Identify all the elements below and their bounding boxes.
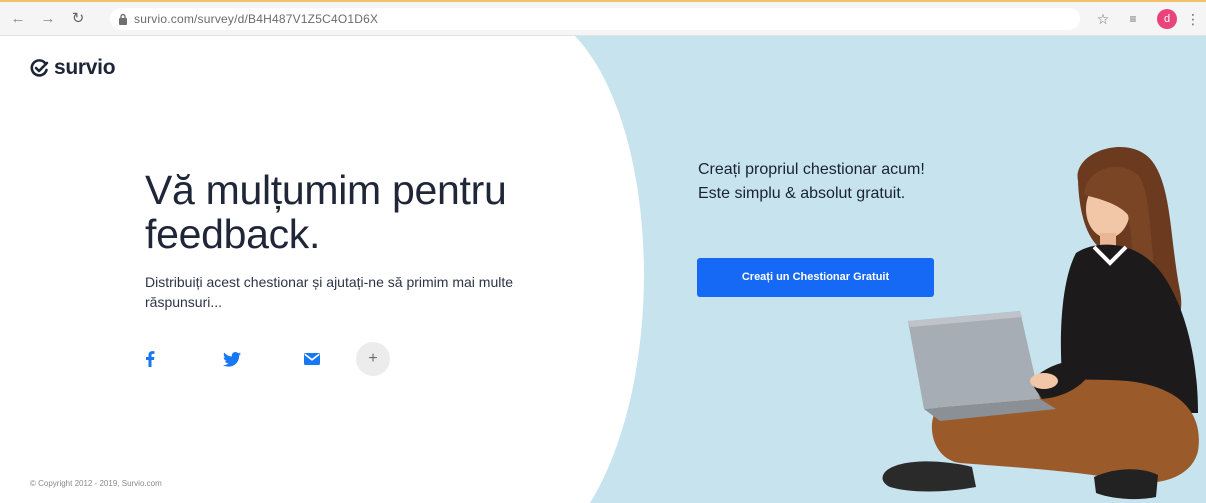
survio-logo[interactable]: survio: [30, 56, 116, 80]
lock-icon: [119, 13, 127, 25]
logo-text: survio: [54, 56, 116, 79]
reload-icon[interactable]: ↻: [70, 11, 86, 27]
woman-with-laptop-image: [882, 147, 1199, 500]
tab-accent-line: [0, 0, 1206, 2]
copyright-text: © Copyright 2012 - 2019, Survio.com: [30, 479, 162, 488]
url-text: survio.com/survey/d/B4H487V1Z5C4O1D6X: [134, 12, 379, 26]
browser-menu-icon[interactable]: ⋮: [1184, 10, 1202, 28]
share-more-button[interactable]: +: [356, 342, 390, 376]
address-bar[interactable]: survio.com/survey/d/B4H487V1Z5C4O1D6X: [110, 8, 1080, 30]
facebook-icon: [146, 351, 155, 367]
page-content: survio Vă mulțumim pentru feedback. Dist…: [0, 36, 1206, 503]
profile-avatar[interactable]: d: [1157, 9, 1177, 29]
share-facebook-button[interactable]: [133, 342, 167, 376]
plus-icon: +: [368, 350, 378, 367]
browser-toolbar: ← → ↻ survio.com/survey/d/B4H487V1Z5C4O1…: [0, 0, 1206, 36]
share-prompt-text: Distribuiți acest chestionar și ajutați-…: [145, 274, 514, 310]
share-twitter-button[interactable]: [215, 342, 249, 376]
twitter-icon: [223, 351, 241, 367]
share-email-button[interactable]: [295, 342, 329, 376]
thank-you-heading: Vă mulțumim pentru feedback.: [145, 167, 507, 257]
back-arrow-icon[interactable]: ←: [10, 11, 26, 27]
forward-arrow-icon[interactable]: →: [40, 11, 56, 27]
survio-logo-icon: [30, 59, 49, 77]
reading-list-icon[interactable]: ≡: [1124, 10, 1142, 28]
email-icon: [304, 353, 320, 365]
bookmark-star-icon[interactable]: ☆: [1094, 10, 1112, 28]
